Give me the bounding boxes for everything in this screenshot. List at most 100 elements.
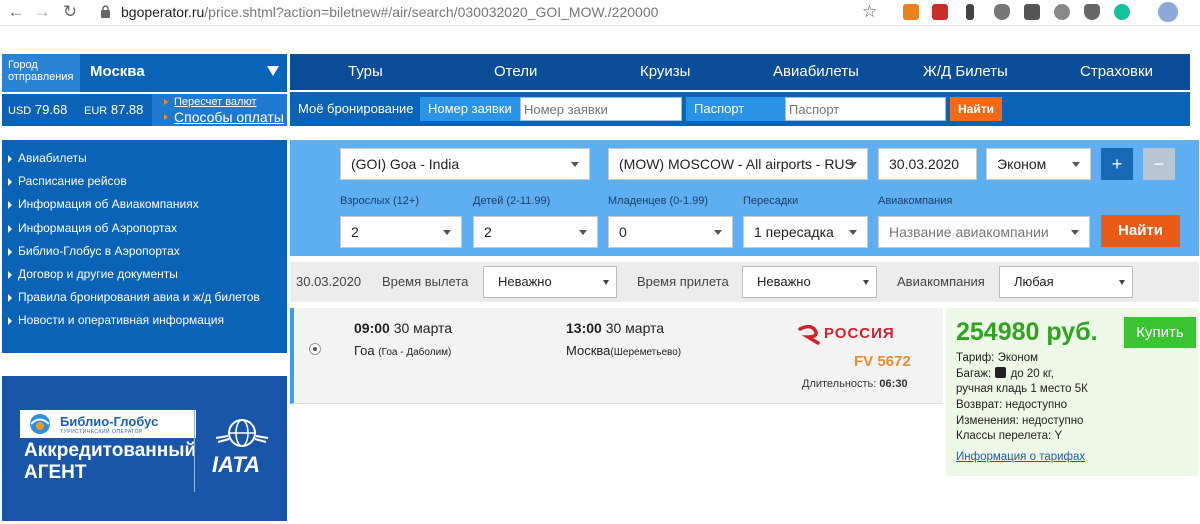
accreditation-banner[interactable]: Библио-Глобус ТУРИСТИЧЕСКИЙ ОПЕРАТОР Акк… (2, 376, 287, 521)
sidebar-item-biblio-globus-airports[interactable]: Библио-Глобус в Аэропортах (2, 240, 287, 263)
adblock-icon[interactable] (1084, 4, 1100, 20)
flight-duration: Длительность: 06:30 (802, 378, 908, 390)
sidebar-item-air-tickets[interactable]: Авиабилеты (2, 147, 287, 170)
sidebar-item-airlines-info[interactable]: Информация об Авиакомпаниях (2, 193, 287, 216)
nav-cruises[interactable]: Круизы (640, 63, 690, 80)
sidebar-item-booking-rules[interactable]: Правила бронирования авиа и ж/д билетов (2, 286, 287, 309)
booking-find-button[interactable]: Найти (950, 97, 1002, 121)
origin-select[interactable]: (GOI) Goa - India (340, 148, 590, 180)
chevron-down-icon (1072, 162, 1080, 167)
key-icon[interactable] (966, 4, 974, 20)
browser-toolbar: ← → ↻ bgoperator.ru/price.shtml?action=b… (0, 0, 1200, 26)
adults-select[interactable]: 2 (340, 216, 462, 248)
buy-button[interactable]: Купить (1124, 317, 1196, 348)
class-select[interactable]: Эконом (986, 148, 1091, 180)
remove-route-button[interactable]: − (1143, 148, 1175, 180)
chevron-down-icon (714, 230, 722, 235)
arrive-time-select[interactable]: Неважно (742, 266, 877, 298)
main-navigation: Туры Отели Круизы Авиабилеты Ж/Д Билеты … (290, 54, 1190, 90)
payment-methods-link[interactable]: Способы оплаты (174, 109, 284, 125)
dep-city: Гоа (354, 343, 375, 358)
arr-airport: (Шереметьево) (610, 347, 682, 358)
flight-result-card[interactable]: 09:00 30 марта Гоа (Гоа - Даболим) 13:00… (290, 308, 943, 404)
eur-rate: EUR 87.88 (84, 102, 143, 117)
profile-avatar[interactable] (1158, 2, 1178, 22)
flight-select-radio[interactable] (309, 343, 321, 355)
order-number-input[interactable] (520, 97, 682, 121)
forward-icon[interactable]: → (32, 2, 52, 22)
airline-search-select[interactable]: Название авиакомпании (878, 216, 1090, 248)
sidebar-item-news[interactable]: Новости и оперативная информация (2, 309, 287, 332)
date-input[interactable]: 30.03.2020 (878, 148, 977, 180)
hand-luggage-info: ручная кладь 1 место 5К (956, 383, 1088, 395)
pdf-icon[interactable] (932, 4, 948, 20)
reload-icon[interactable]: ↻ (60, 2, 80, 22)
nav-air-tickets[interactable]: Авиабилеты (773, 63, 859, 80)
nav-rail-tickets[interactable]: Ж/Д Билеты (923, 63, 1008, 80)
address-bar[interactable]: bgoperator.ru/price.shtml?action=biletne… (121, 4, 658, 20)
nav-tours[interactable]: Туры (348, 63, 383, 80)
suitcase-icon (995, 367, 1007, 378)
usd-value: 79.68 (34, 102, 68, 117)
bookmark-star-icon[interactable]: ☆ (862, 2, 877, 22)
biblio-globus-logo: Библио-Глобус ТУРИСТИЧЕСКИЙ ОПЕРАТОР (20, 410, 196, 438)
children-select[interactable]: 2 (473, 216, 598, 248)
classes-info: Классы перелета: Y (956, 430, 1063, 442)
dep-date-value: 30 марта (393, 320, 453, 336)
infants-select[interactable]: 0 (608, 216, 733, 248)
departure-city-label: Город отправления (2, 54, 80, 92)
sidebar-item-airports-info[interactable]: Информация об Аэропортах (2, 217, 287, 240)
flight-search-form: (GOI) Goa - India (MOW) MOSCOW - All air… (290, 140, 1199, 256)
duration-value: 06:30 (879, 378, 908, 390)
destination-select[interactable]: (MOW) MOSCOW - All airports - RUS (608, 148, 868, 180)
chevron-down-icon (849, 230, 857, 235)
metamask-icon[interactable] (903, 4, 919, 20)
arrive-time-value: Неважно (757, 274, 811, 289)
order-number-label: Номер заявки (420, 97, 520, 121)
search-find-button[interactable]: Найти (1101, 215, 1180, 247)
transfers-select[interactable]: 1 пересадка (743, 216, 868, 248)
sidebar-item-label: Договор и другие документы (18, 266, 178, 281)
nav-insurance[interactable]: Страховки (1080, 63, 1153, 80)
arrival-time: 13:00 30 марта (566, 320, 664, 336)
tariff-info-link[interactable]: Информация о тарифах (956, 451, 1085, 463)
baggage-info: Багаж: до 20 кг, (956, 367, 1054, 380)
brand-subtitle: ТУРИСТИЧЕСКИЙ ОПЕРАТОР (60, 429, 143, 435)
arrow-right-icon (164, 114, 168, 120)
departure-city-value: Москва (90, 63, 145, 80)
arrow-right-icon (8, 224, 12, 233)
back-icon[interactable]: ← (6, 2, 26, 22)
currency-panel: USD 79.68 EUR 87.88 Пересчет валют Спосо… (2, 94, 287, 126)
iata-globe-icon (215, 419, 269, 447)
usd-rate: USD 79.68 (8, 102, 67, 117)
departure-place: Гоа (Гоа - Даболим) (354, 343, 451, 358)
grammarly-icon[interactable] (1114, 4, 1130, 20)
arrow-right-icon (8, 155, 12, 163)
globe-icon[interactable] (1054, 4, 1070, 20)
filter-airline-select[interactable]: Любая (999, 266, 1133, 298)
url-path: /price.shtml?action=biletnew#/air/search… (204, 4, 659, 20)
sidebar-item-documents[interactable]: Договор и другие документы (2, 263, 287, 286)
arrow-right-icon (8, 178, 12, 187)
nav-hotels[interactable]: Отели (494, 63, 537, 80)
results-filter-bar: 30.03.2020 Время вылета Неважно Время пр… (290, 262, 1199, 302)
dep-time-value: 09:00 (354, 320, 390, 336)
departure-city-selector[interactable]: Город отправления Москва (2, 54, 287, 92)
arrival-place: Москва(Шереметьево) (566, 343, 681, 358)
depart-time-select[interactable]: Неважно (483, 266, 617, 298)
agent-label: АГЕНТ (24, 462, 87, 483)
sidebar-item-schedule[interactable]: Расписание рейсов (2, 170, 287, 193)
chevron-down-icon (603, 280, 609, 285)
arrow-right-icon (8, 270, 12, 279)
recalc-currency-link[interactable]: Пересчет валют (174, 96, 257, 108)
passport-input[interactable] (785, 97, 946, 121)
add-route-button[interactable]: + (1101, 148, 1133, 180)
usd-code: USD (8, 105, 32, 117)
chevron-down-icon[interactable] (267, 66, 279, 76)
shield-icon[interactable] (994, 4, 1010, 20)
sidebar-item-label: Авиабилеты (18, 151, 87, 165)
camera-icon[interactable] (1024, 4, 1040, 20)
baggage-value: до 20 кг, (1010, 368, 1054, 380)
filter-airline-value: Любая (1014, 274, 1054, 289)
iata-logo-text: IATA (212, 452, 261, 477)
